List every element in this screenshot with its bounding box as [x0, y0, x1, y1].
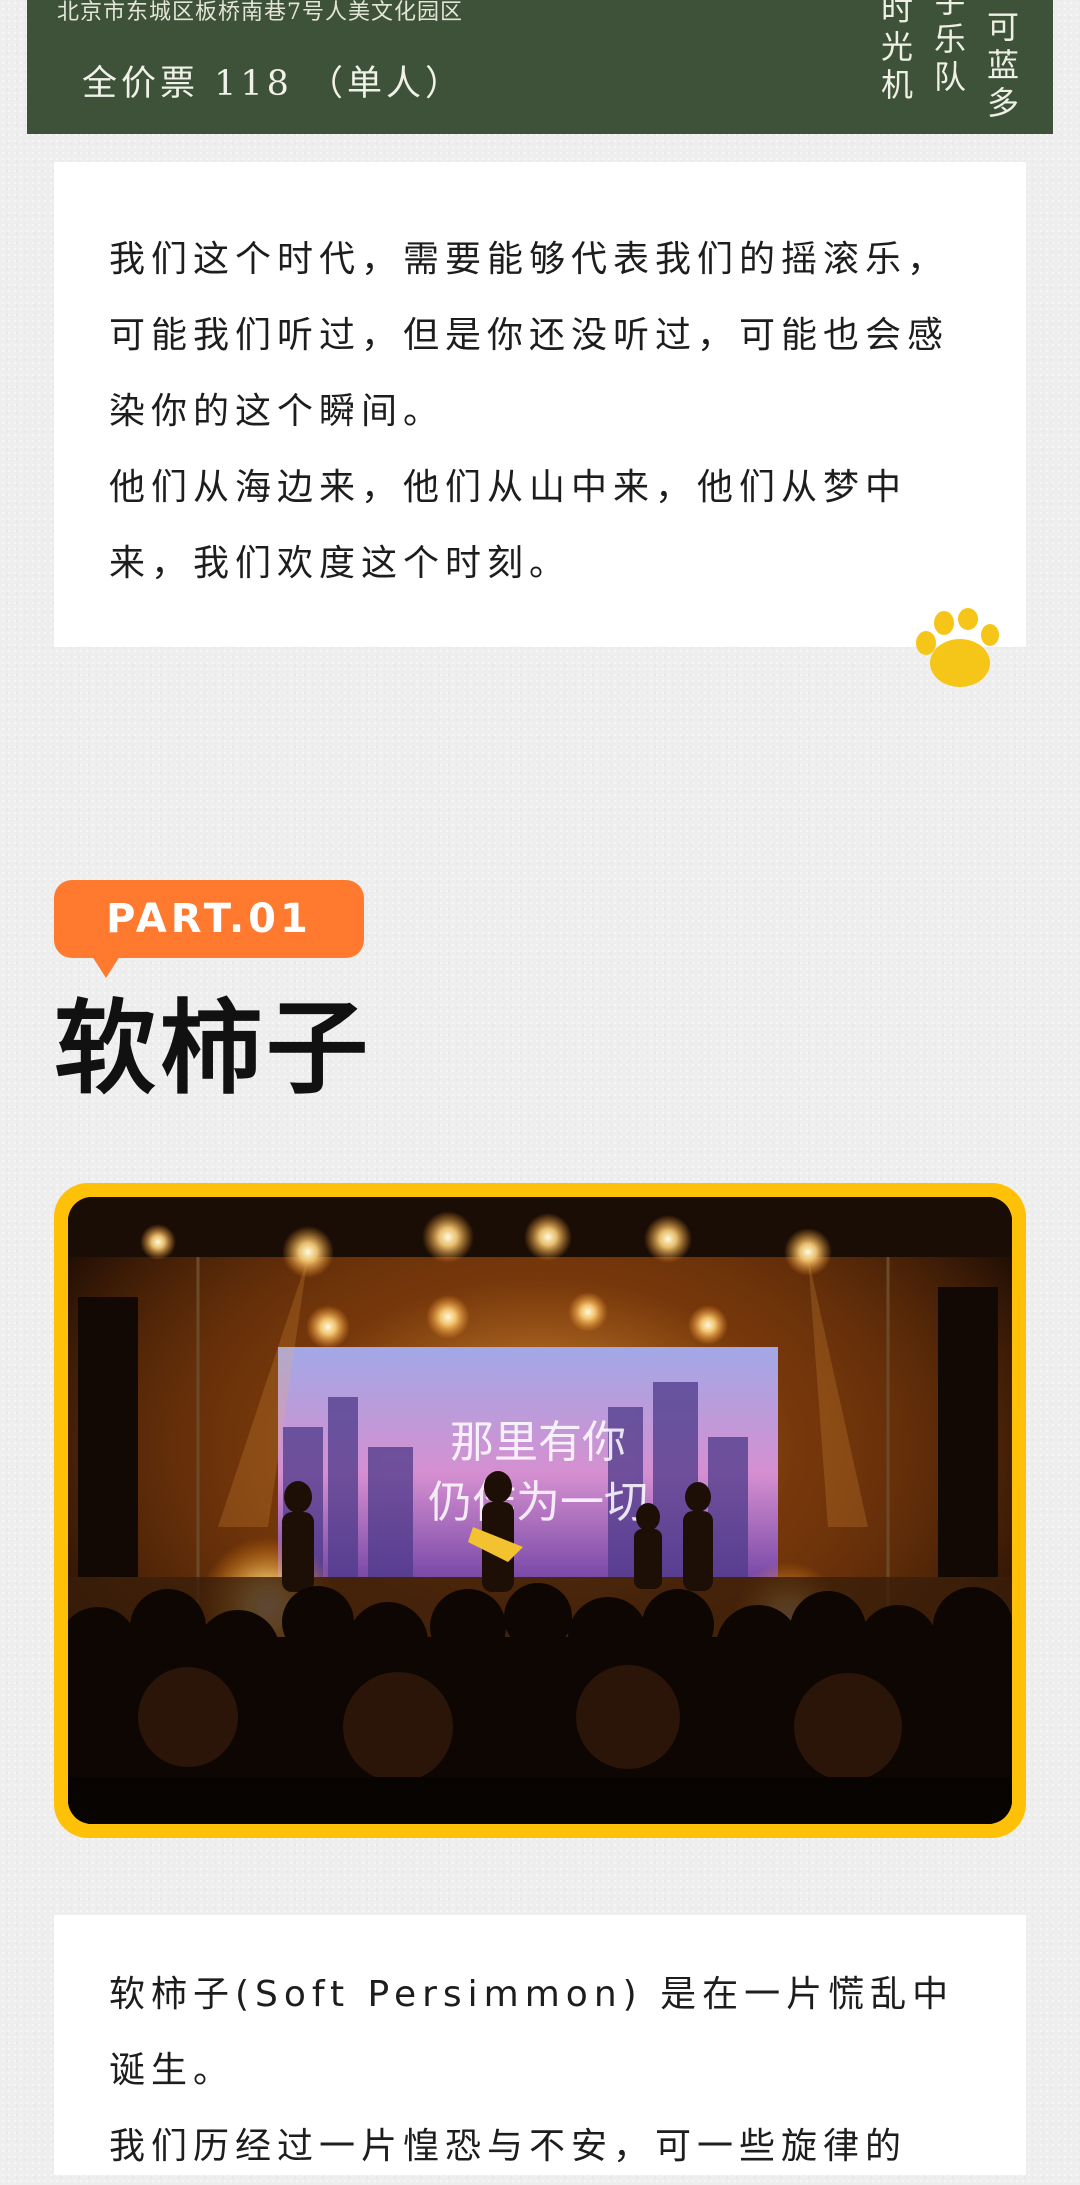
- intro-text-card: 我们这个时代，需要能够代表我们的摇滚乐，可能我们听过，但是你还没听过，可能也会感…: [54, 162, 1026, 647]
- band-paragraph-1: 软柿子(Soft Persimmon) 是在一片慌乱中诞生。: [109, 1974, 955, 2091]
- banner-vertical-text-1: 时光机: [880, 0, 913, 104]
- band-paragraph-2: 我们历经过一片惶恐与不安，可一些旋律的: [109, 2126, 908, 2167]
- screen-lyric-line-1: 那里有你: [450, 1417, 626, 1468]
- event-info-banner: 北京市东城区板桥南巷7号人美文化园区 全价票 118 （单人） 时光机 宇乐队 …: [27, 0, 1053, 134]
- banner-vertical-text-3: 可蓝多: [986, 8, 1019, 122]
- paw-icon: [908, 607, 1008, 697]
- banner-vertical-text-2: 宇乐队: [933, 0, 966, 96]
- ticket-price: 全价票 118 （单人）: [82, 64, 465, 104]
- band-description-card: 软柿子(Soft Persimmon) 是在一片慌乱中诞生。 我们历经过一片惶恐…: [54, 1915, 1026, 2175]
- venue-address: 北京市东城区板桥南巷7号人美文化园区: [57, 0, 463, 25]
- intro-paragraph-2: 他们从海边来，他们从山中来，他们从梦中来，我们欢度这个时刻。: [109, 467, 908, 584]
- band-name-heading: 软柿子: [54, 990, 372, 1109]
- screen-lyric-line-2: 仍作为一切: [428, 1477, 648, 1528]
- concert-photo: 那里有你 仍作为一切: [68, 1197, 1012, 1824]
- intro-paragraph-1: 我们这个时代，需要能够代表我们的摇滚乐，可能我们听过，但是你还没听过，可能也会感…: [109, 239, 950, 432]
- band-description-text: 软柿子(Soft Persimmon) 是在一片慌乱中诞生。 我们历经过一片惶恐…: [109, 1957, 989, 2185]
- concert-photo-frame: 那里有你 仍作为一切: [54, 1183, 1026, 1838]
- intro-text: 我们这个时代，需要能够代表我们的摇滚乐，可能我们听过，但是你还没听过，可能也会感…: [109, 222, 989, 602]
- part-label: PART.01: [54, 880, 364, 958]
- part-label-pointer: [92, 956, 120, 978]
